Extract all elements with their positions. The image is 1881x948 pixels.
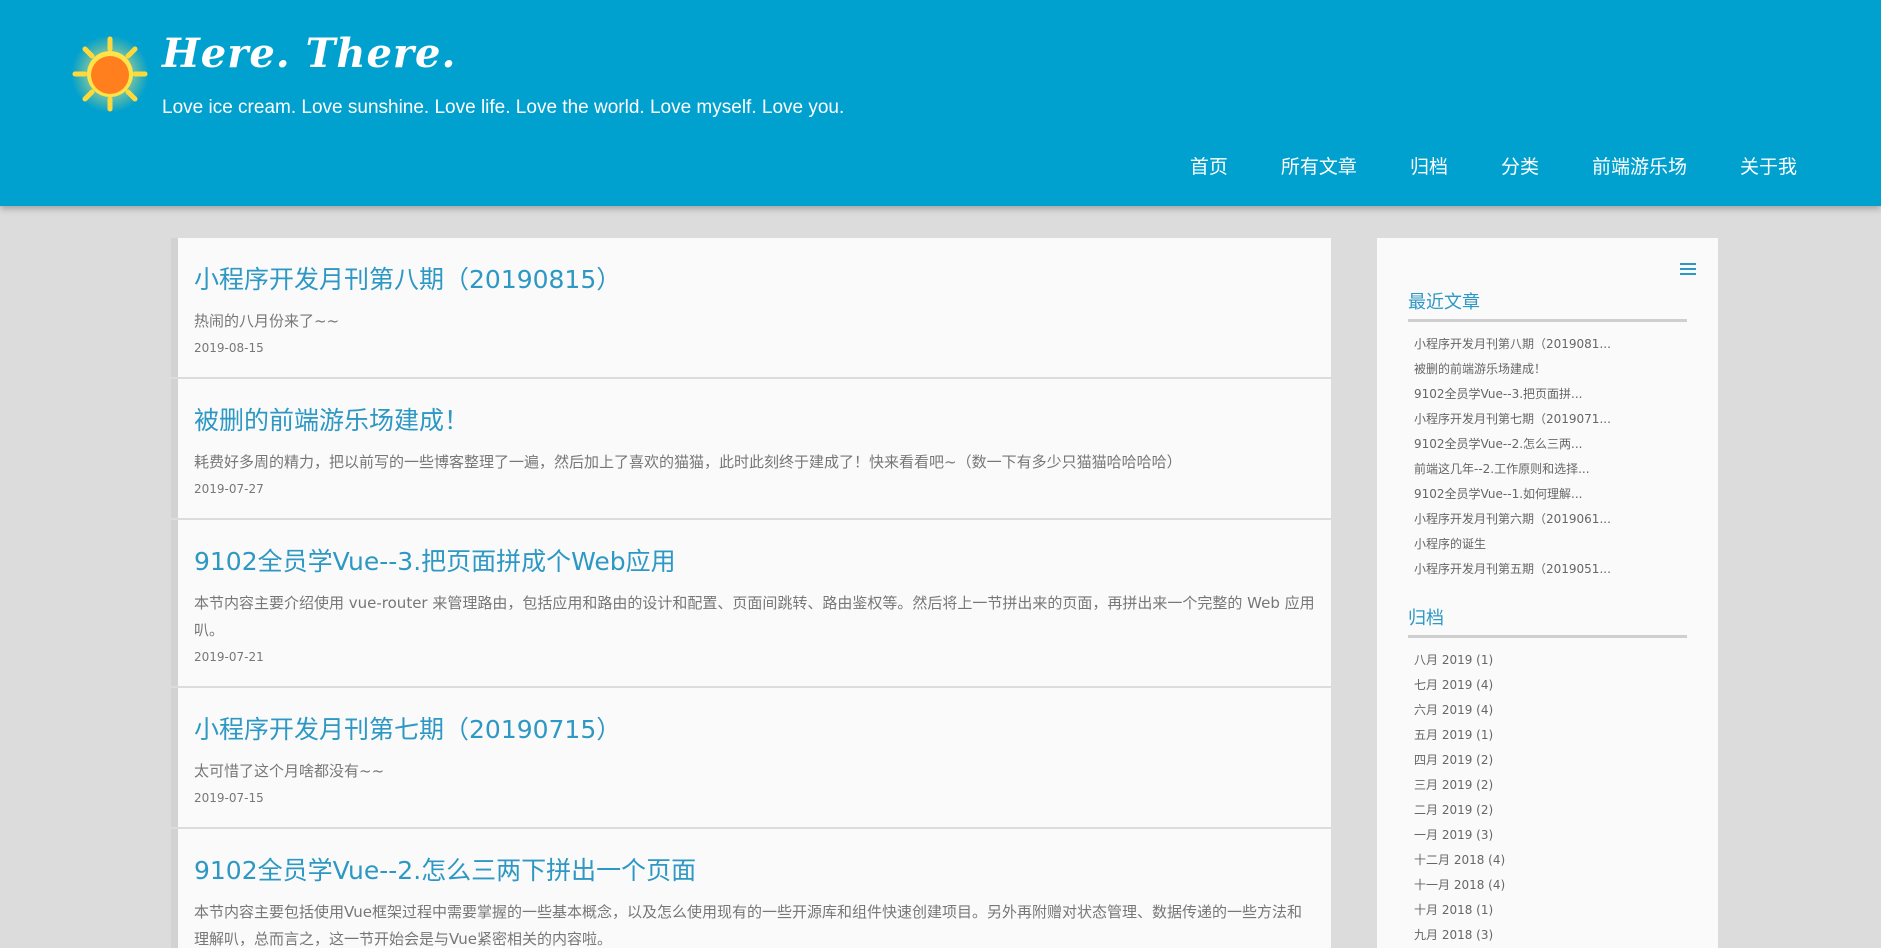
archive-link[interactable]: 二月 2019 (2) (1414, 798, 1687, 823)
post-date: 2019-08-15 (194, 341, 264, 355)
post-title-link[interactable]: 9102全员学Vue--3.把页面拼成个Web应用 (194, 542, 1315, 578)
archive-link[interactable]: 七月 2019 (4) (1414, 673, 1687, 698)
post-summary: 热闹的八月份来了~~ (194, 312, 340, 330)
post-card: 9102全员学Vue--2.怎么三两下拼出一个页面 本节内容主要包括使用Vue框… (171, 829, 1331, 948)
archive-link[interactable]: 三月 2019 (2) (1414, 773, 1687, 798)
post-title-link[interactable]: 被删的前端游乐场建成！ (194, 401, 1315, 437)
post-title-link[interactable]: 小程序开发月刊第七期（20190715） (194, 710, 1315, 746)
post-title-link[interactable]: 9102全员学Vue--2.怎么三两下拼出一个页面 (194, 851, 1315, 887)
post-date: 2019-07-15 (194, 791, 264, 805)
main-nav: 首页 所有文章 归档 分类 前端游乐场 关于我 (1190, 152, 1797, 179)
archive-link[interactable]: 十二月 2018 (4) (1414, 848, 1687, 873)
archive-link[interactable]: 八月 2019 (1) (1414, 648, 1687, 673)
menu-icon[interactable] (1680, 263, 1696, 279)
post-card: 小程序开发月刊第七期（20190715） 太可惜了这个月啥都没有~~ 2019-… (171, 688, 1331, 827)
archive-link[interactable]: 九月 2018 (3) (1414, 923, 1687, 948)
archive-link[interactable]: 六月 2019 (4) (1414, 698, 1687, 723)
post-summary: 耗费好多周的精力，把以前写的一些博客整理了一遍，然后加上了喜欢的猫猫，此时此刻终… (194, 453, 1182, 471)
nav-playground[interactable]: 前端游乐场 (1592, 152, 1687, 179)
recent-posts-list: 小程序开发月刊第八期（2019081... 被删的前端游乐场建成！ 9102全员… (1408, 332, 1687, 582)
sun-icon[interactable] (70, 34, 150, 114)
sidebar: 最近文章 小程序开发月刊第八期（2019081... 被删的前端游乐场建成！ 9… (1377, 238, 1718, 948)
recent-post-link[interactable]: 9102全员学Vue--3.把页面拼... (1414, 382, 1687, 407)
recent-post-link[interactable]: 小程序开发月刊第七期（2019071... (1414, 407, 1687, 432)
nav-archives[interactable]: 归档 (1410, 152, 1448, 179)
site-header: Here. There. Love ice cream. Love sunshi… (0, 0, 1881, 206)
archives-title: 归档 (1408, 604, 1687, 638)
site-tagline: Love ice cream. Love sunshine. Love life… (162, 97, 845, 118)
recent-post-link[interactable]: 小程序开发月刊第六期（2019061... (1414, 507, 1687, 532)
nav-categories[interactable]: 分类 (1501, 152, 1539, 179)
post-summary: 太可惜了这个月啥都没有~~ (194, 762, 385, 780)
post-title-link[interactable]: 小程序开发月刊第八期（20190815） (194, 260, 1315, 296)
recent-posts-widget: 最近文章 小程序开发月刊第八期（2019081... 被删的前端游乐场建成！ 9… (1408, 288, 1687, 582)
archive-link[interactable]: 一月 2019 (3) (1414, 823, 1687, 848)
recent-post-link[interactable]: 前端这几年--2.工作原则和选择... (1414, 457, 1687, 482)
post-card: 9102全员学Vue--3.把页面拼成个Web应用 本节内容主要介绍使用 vue… (171, 520, 1331, 686)
recent-posts-title: 最近文章 (1408, 288, 1687, 322)
archive-link[interactable]: 十一月 2018 (4) (1414, 873, 1687, 898)
recent-post-link[interactable]: 小程序开发月刊第八期（2019081... (1414, 332, 1687, 357)
post-date: 2019-07-21 (194, 650, 264, 664)
archives-list: 八月 2019 (1) 七月 2019 (4) 六月 2019 (4) 五月 2… (1408, 648, 1687, 948)
post-list: 小程序开发月刊第八期（20190815） 热闹的八月份来了~~ 2019-08-… (171, 238, 1331, 948)
recent-post-link[interactable]: 被删的前端游乐场建成！ (1414, 357, 1687, 382)
post-card: 被删的前端游乐场建成！ 耗费好多周的精力，把以前写的一些博客整理了一遍，然后加上… (171, 379, 1331, 518)
archive-link[interactable]: 十月 2018 (1) (1414, 898, 1687, 923)
post-summary: 本节内容主要包括使用Vue框架过程中需要掌握的一些基本概念，以及怎么使用现有的一… (194, 903, 1302, 948)
recent-post-link[interactable]: 9102全员学Vue--1.如何理解... (1414, 482, 1687, 507)
post-date: 2019-07-27 (194, 482, 264, 496)
archives-widget: 归档 八月 2019 (1) 七月 2019 (4) 六月 2019 (4) 五… (1408, 604, 1687, 948)
nav-home[interactable]: 首页 (1190, 152, 1228, 179)
recent-post-link[interactable]: 小程序的诞生 (1414, 532, 1687, 557)
nav-about[interactable]: 关于我 (1740, 152, 1797, 179)
post-card: 小程序开发月刊第八期（20190815） 热闹的八月份来了~~ 2019-08-… (171, 238, 1331, 377)
site-title[interactable]: Here. There. (162, 30, 456, 77)
archive-link[interactable]: 五月 2019 (1) (1414, 723, 1687, 748)
recent-post-link[interactable]: 小程序开发月刊第五期（2019051... (1414, 557, 1687, 582)
archive-link[interactable]: 四月 2019 (2) (1414, 748, 1687, 773)
recent-post-link[interactable]: 9102全员学Vue--2.怎么三两... (1414, 432, 1687, 457)
nav-all-posts[interactable]: 所有文章 (1281, 152, 1357, 179)
post-summary: 本节内容主要介绍使用 vue-router 来管理路由，包括应用和路由的设计和配… (194, 594, 1315, 639)
